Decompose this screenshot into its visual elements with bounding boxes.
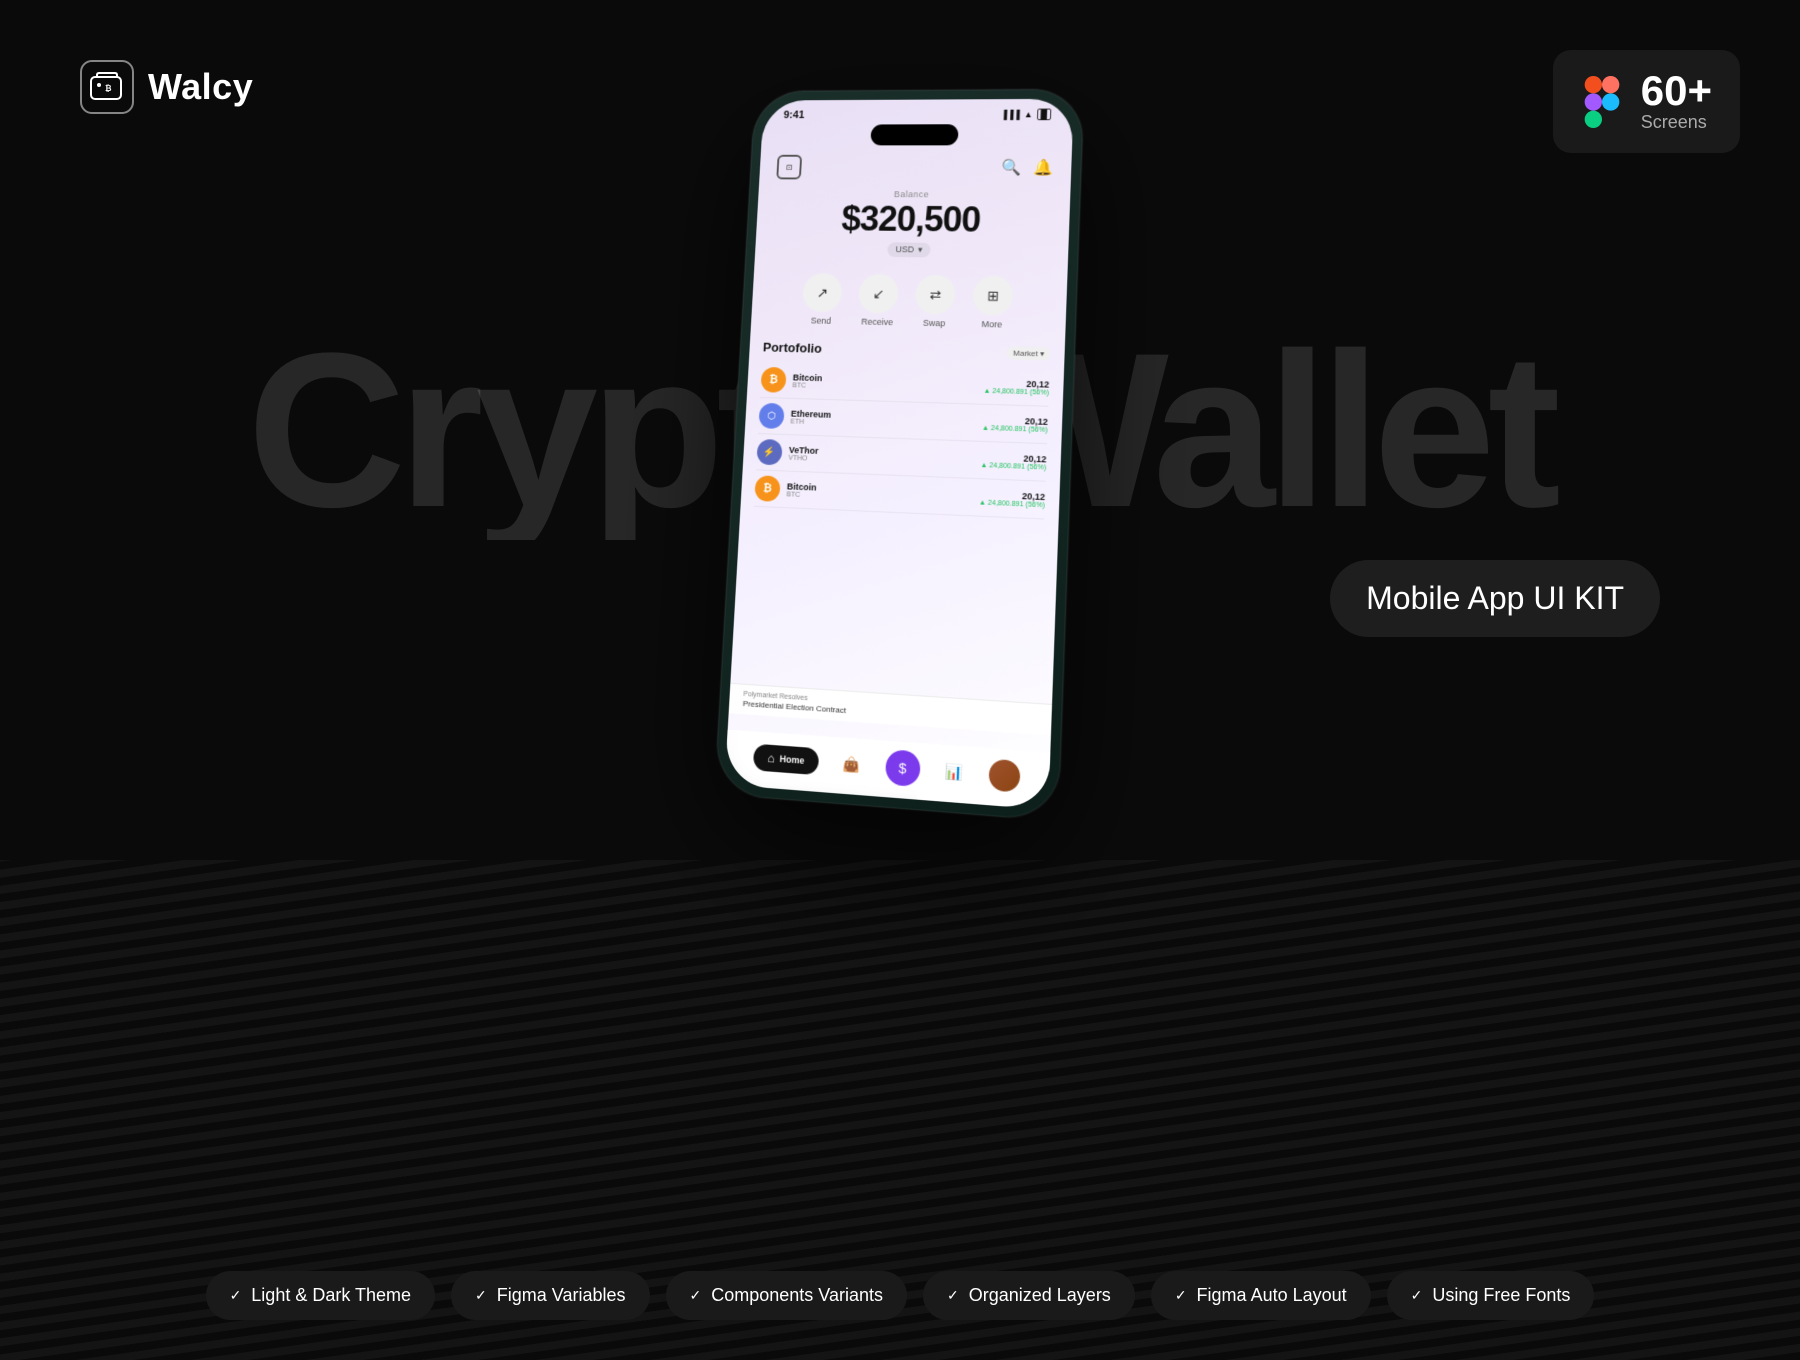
battery-icon: █	[1037, 109, 1052, 121]
swap-label: Swap	[923, 318, 946, 328]
crypto-left: ₿ Bitcoin BTC	[754, 475, 817, 503]
dynamic-island	[870, 124, 958, 145]
more-icon: ⊞	[972, 276, 1014, 316]
feature-pill-fonts: ✓ Using Free Fonts	[1387, 1271, 1595, 1320]
portfolio-header: Portofolio Market ▾	[763, 340, 1051, 362]
home-icon: ⌂	[767, 751, 775, 766]
vtho-logo-icon: ⚡	[756, 439, 782, 465]
chart-nav-icon[interactable]: 📊	[945, 762, 964, 781]
phone-screen: 9:41 ▐▐▐ ▲ █ ⊡ 🔍 🔔	[725, 99, 1074, 810]
check-icon-5: ✓	[1175, 1287, 1187, 1304]
wallet-icon: ₿	[89, 69, 125, 105]
feature-label-4: Organized Layers	[969, 1285, 1111, 1306]
crypto-left: ₿ Bitcoin BTC	[760, 367, 822, 394]
swap-action[interactable]: ⇄ Swap	[914, 275, 956, 329]
check-icon-1: ✓	[230, 1287, 242, 1304]
btc2-info: Bitcoin BTC	[786, 481, 816, 499]
check-icon-2: ✓	[475, 1287, 487, 1304]
signal-icon: ▐▐▐	[1001, 110, 1020, 120]
more-label: More	[981, 319, 1002, 329]
logo-icon: ₿	[80, 60, 134, 114]
figma-logo-icon	[1581, 76, 1623, 128]
btc-logo-icon: ₿	[760, 367, 786, 393]
logo-area: ₿ Walcy	[80, 60, 253, 114]
btc-values: 20,12 ▲ 24,800.891 (56%)	[983, 377, 1049, 396]
check-icon-4: ✓	[947, 1287, 959, 1304]
receive-icon: ↙	[858, 274, 899, 314]
check-icon-3: ✓	[690, 1287, 702, 1304]
swap-nav-icon: $	[898, 759, 907, 776]
receive-label: Receive	[861, 317, 893, 327]
swap-icon: ⇄	[915, 275, 956, 315]
avatar[interactable]	[988, 759, 1020, 793]
svg-text:₿: ₿	[105, 84, 112, 93]
crypto-left: ⬡ Ethereum ETH	[758, 403, 831, 431]
portfolio-section: Portofolio Market ▾ ₿ Bitcoin BTC	[740, 334, 1065, 527]
feature-pill-light-dark: ✓ Light & Dark Theme	[206, 1271, 435, 1320]
action-buttons: ↗ Send ↙ Receive ⇄ Swap ⊞ More	[750, 265, 1067, 341]
eth-values: 20,12 ▲ 24,800.891 (56%)	[982, 414, 1048, 433]
news-ticker: Polymarket Resolves Presidential Electio…	[729, 683, 1052, 736]
app-header: ⊡ 🔍 🔔	[759, 151, 1072, 186]
figma-badge: 60+ Screens	[1553, 50, 1740, 153]
feature-label-6: Using Free Fonts	[1432, 1285, 1570, 1306]
bottom-nav: ⌂ Home 👜 $ 📊	[725, 729, 1051, 809]
vtho-values: 20,12 ▲ 24,800.891 (56%)	[980, 451, 1046, 471]
feature-pill-components: ✓ Components Variants	[666, 1271, 908, 1320]
feature-label-1: Light & Dark Theme	[251, 1285, 411, 1306]
uikit-badge: Mobile App UI KIT	[1330, 560, 1660, 637]
feature-pill-layers: ✓ Organized Layers	[923, 1271, 1135, 1320]
currency-chevron-icon: ▾	[918, 244, 923, 255]
header-icons: 🔍 🔔	[1001, 158, 1054, 178]
btc2-logo-icon: ₿	[754, 475, 780, 502]
status-icons: ▐▐▐ ▲ █	[1001, 109, 1052, 121]
figma-badge-text: 60+ Screens	[1641, 70, 1712, 133]
search-icon: 🔍	[1001, 158, 1022, 177]
phone-mockup: 9:41 ▐▐▐ ▲ █ ⊡ 🔍 🔔	[714, 89, 1084, 821]
status-time: 9:41	[783, 110, 804, 121]
balance-section: Balance $320,500 USD ▾	[754, 185, 1070, 269]
currency-selector[interactable]: USD ▾	[887, 242, 930, 257]
eth-info: Ethereum ETH	[790, 408, 831, 426]
feature-label-3: Components Variants	[711, 1285, 883, 1306]
eth-logo-icon: ⬡	[758, 403, 784, 429]
market-dropdown[interactable]: Market ▾	[1007, 346, 1051, 360]
home-label: Home	[779, 754, 804, 766]
feature-pills: ✓ Light & Dark Theme ✓ Figma Variables ✓…	[0, 1271, 1800, 1320]
feature-pill-auto-layout: ✓ Figma Auto Layout	[1151, 1271, 1371, 1320]
send-label: Send	[811, 316, 832, 326]
btc2-values: 20,12 ▲ 24,800.891 (56%)	[979, 489, 1045, 509]
swap-nav-button[interactable]: $	[884, 749, 920, 787]
logo-name: Walcy	[148, 66, 253, 108]
check-icon-6: ✓	[1411, 1287, 1423, 1304]
feature-label-5: Figma Auto Layout	[1197, 1285, 1347, 1306]
send-action[interactable]: ↗ Send	[801, 273, 842, 326]
balance-amount: $320,500	[756, 198, 1070, 241]
figma-screen-count: 60+	[1641, 70, 1712, 112]
receive-action[interactable]: ↙ Receive	[857, 274, 899, 327]
wifi-icon: ▲	[1024, 110, 1033, 120]
home-nav-button[interactable]: ⌂ Home	[753, 744, 819, 776]
notification-icon: 🔔	[1033, 158, 1054, 178]
more-action[interactable]: ⊞ More	[972, 276, 1014, 330]
portfolio-title: Portofolio	[763, 340, 823, 356]
status-bar: 9:41 ▐▐▐ ▲ █	[762, 99, 1073, 125]
feature-pill-figma-vars: ✓ Figma Variables	[451, 1271, 649, 1320]
vtho-info: VeThor VTHO	[788, 444, 818, 462]
phone-outer: 9:41 ▐▐▐ ▲ █ ⊡ 🔍 🔔	[714, 89, 1084, 821]
wallet-nav-icon[interactable]: 👜	[842, 755, 860, 774]
uikit-badge-text: Mobile App UI KIT	[1366, 580, 1624, 616]
feature-label-2: Figma Variables	[497, 1285, 626, 1306]
figma-screen-label: Screens	[1641, 112, 1712, 133]
send-icon: ↗	[802, 273, 842, 312]
scan-icon: ⊡	[776, 155, 802, 180]
btc-info: Bitcoin BTC	[792, 372, 822, 389]
crypto-left: ⚡ VeThor VTHO	[756, 439, 819, 467]
